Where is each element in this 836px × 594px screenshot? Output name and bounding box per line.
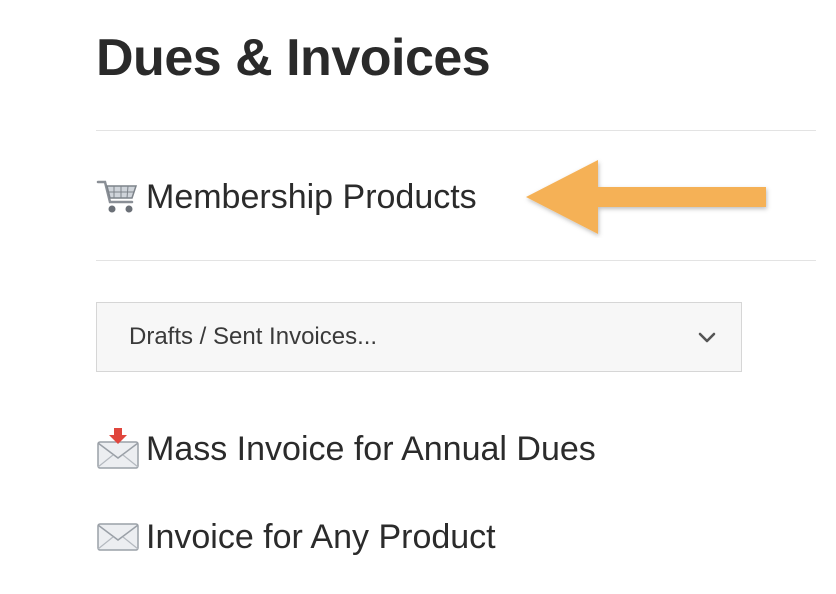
divider-bottom xyxy=(96,260,816,261)
divider-top xyxy=(96,130,816,131)
invoices-select[interactable]: Drafts / Sent Invoices... xyxy=(96,302,742,372)
incoming-envelope-icon xyxy=(96,428,140,470)
invoice-any-product-label: Invoice for Any Product xyxy=(146,518,496,556)
annotation-arrow xyxy=(526,160,766,234)
mass-invoice-label: Mass Invoice for Annual Dues xyxy=(146,430,596,468)
shopping-cart-icon xyxy=(96,176,140,218)
invoices-select-value: Drafts / Sent Invoices... xyxy=(129,323,378,350)
mass-invoice-link[interactable]: Mass Invoice for Annual Dues xyxy=(96,428,596,470)
page: Dues & Invoices Membership Products Draf… xyxy=(0,0,836,594)
membership-products-label: Membership Products xyxy=(146,178,477,216)
chevron-down-icon xyxy=(697,327,717,347)
page-title: Dues & Invoices xyxy=(96,29,491,87)
membership-products-link[interactable]: Membership Products xyxy=(96,176,477,218)
envelope-icon xyxy=(96,516,140,558)
invoice-any-product-link[interactable]: Invoice for Any Product xyxy=(96,516,496,558)
